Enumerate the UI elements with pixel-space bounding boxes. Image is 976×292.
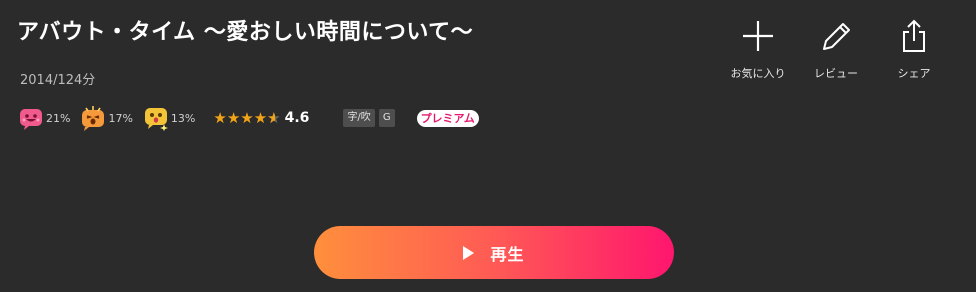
orange-surprise-emoji-icon bbox=[82, 106, 105, 131]
star-rating: ★ ★ ★ ★ ★ 4.6 bbox=[213, 110, 309, 126]
tag-list: 字/吹 G プレミアム bbox=[343, 109, 479, 127]
info-row: 21% 17% 13% ★ ★ ★ ★ ★ 4.6 字/吹 bbox=[18, 105, 479, 131]
release-year-duration: 2014/124分 bbox=[20, 73, 96, 88]
play-icon bbox=[463, 245, 475, 260]
reaction-shocked: 13% bbox=[143, 105, 195, 131]
reaction-percent: 13% bbox=[170, 111, 196, 125]
play-button[interactable]: 再生 bbox=[314, 226, 674, 279]
share-button[interactable]: シェア bbox=[874, 18, 954, 81]
action-bar: お気に入り レビュー シェア bbox=[720, 18, 954, 81]
review-label: レビュー bbox=[814, 67, 858, 80]
page-title: アバウト・タイム 〜愛おしい時間について〜 bbox=[17, 20, 474, 45]
share-icon bbox=[896, 18, 932, 54]
favorite-label: お気に入り bbox=[730, 67, 786, 80]
plus-icon bbox=[740, 18, 776, 54]
reaction-surprise: 17% bbox=[80, 105, 133, 131]
star-icon: ★ bbox=[226, 108, 241, 127]
pencil-icon bbox=[818, 18, 854, 54]
reaction-smile: 21% bbox=[18, 105, 70, 131]
premium-badge: プレミアム bbox=[416, 109, 479, 127]
reaction-percent: 17% bbox=[108, 111, 133, 125]
favorite-button[interactable]: お気に入り bbox=[718, 18, 798, 81]
half-star-icon: ★ bbox=[267, 110, 280, 126]
star-icon: ★ bbox=[253, 108, 268, 127]
share-label: シェア bbox=[897, 67, 931, 80]
star-icon: ★ bbox=[213, 108, 227, 127]
star-icon: ★ bbox=[240, 108, 254, 127]
yellow-shocked-emoji-icon bbox=[144, 108, 168, 131]
play-label: 再生 bbox=[490, 244, 525, 264]
reaction-percent: 21% bbox=[46, 111, 71, 125]
subtitle-dub-tag: 字/吹 bbox=[343, 109, 375, 127]
pink-smile-emoji-icon bbox=[20, 109, 42, 130]
age-rating-tag: G bbox=[378, 109, 395, 127]
rating-value: 4.6 bbox=[284, 110, 310, 126]
review-button[interactable]: レビュー bbox=[796, 18, 876, 81]
